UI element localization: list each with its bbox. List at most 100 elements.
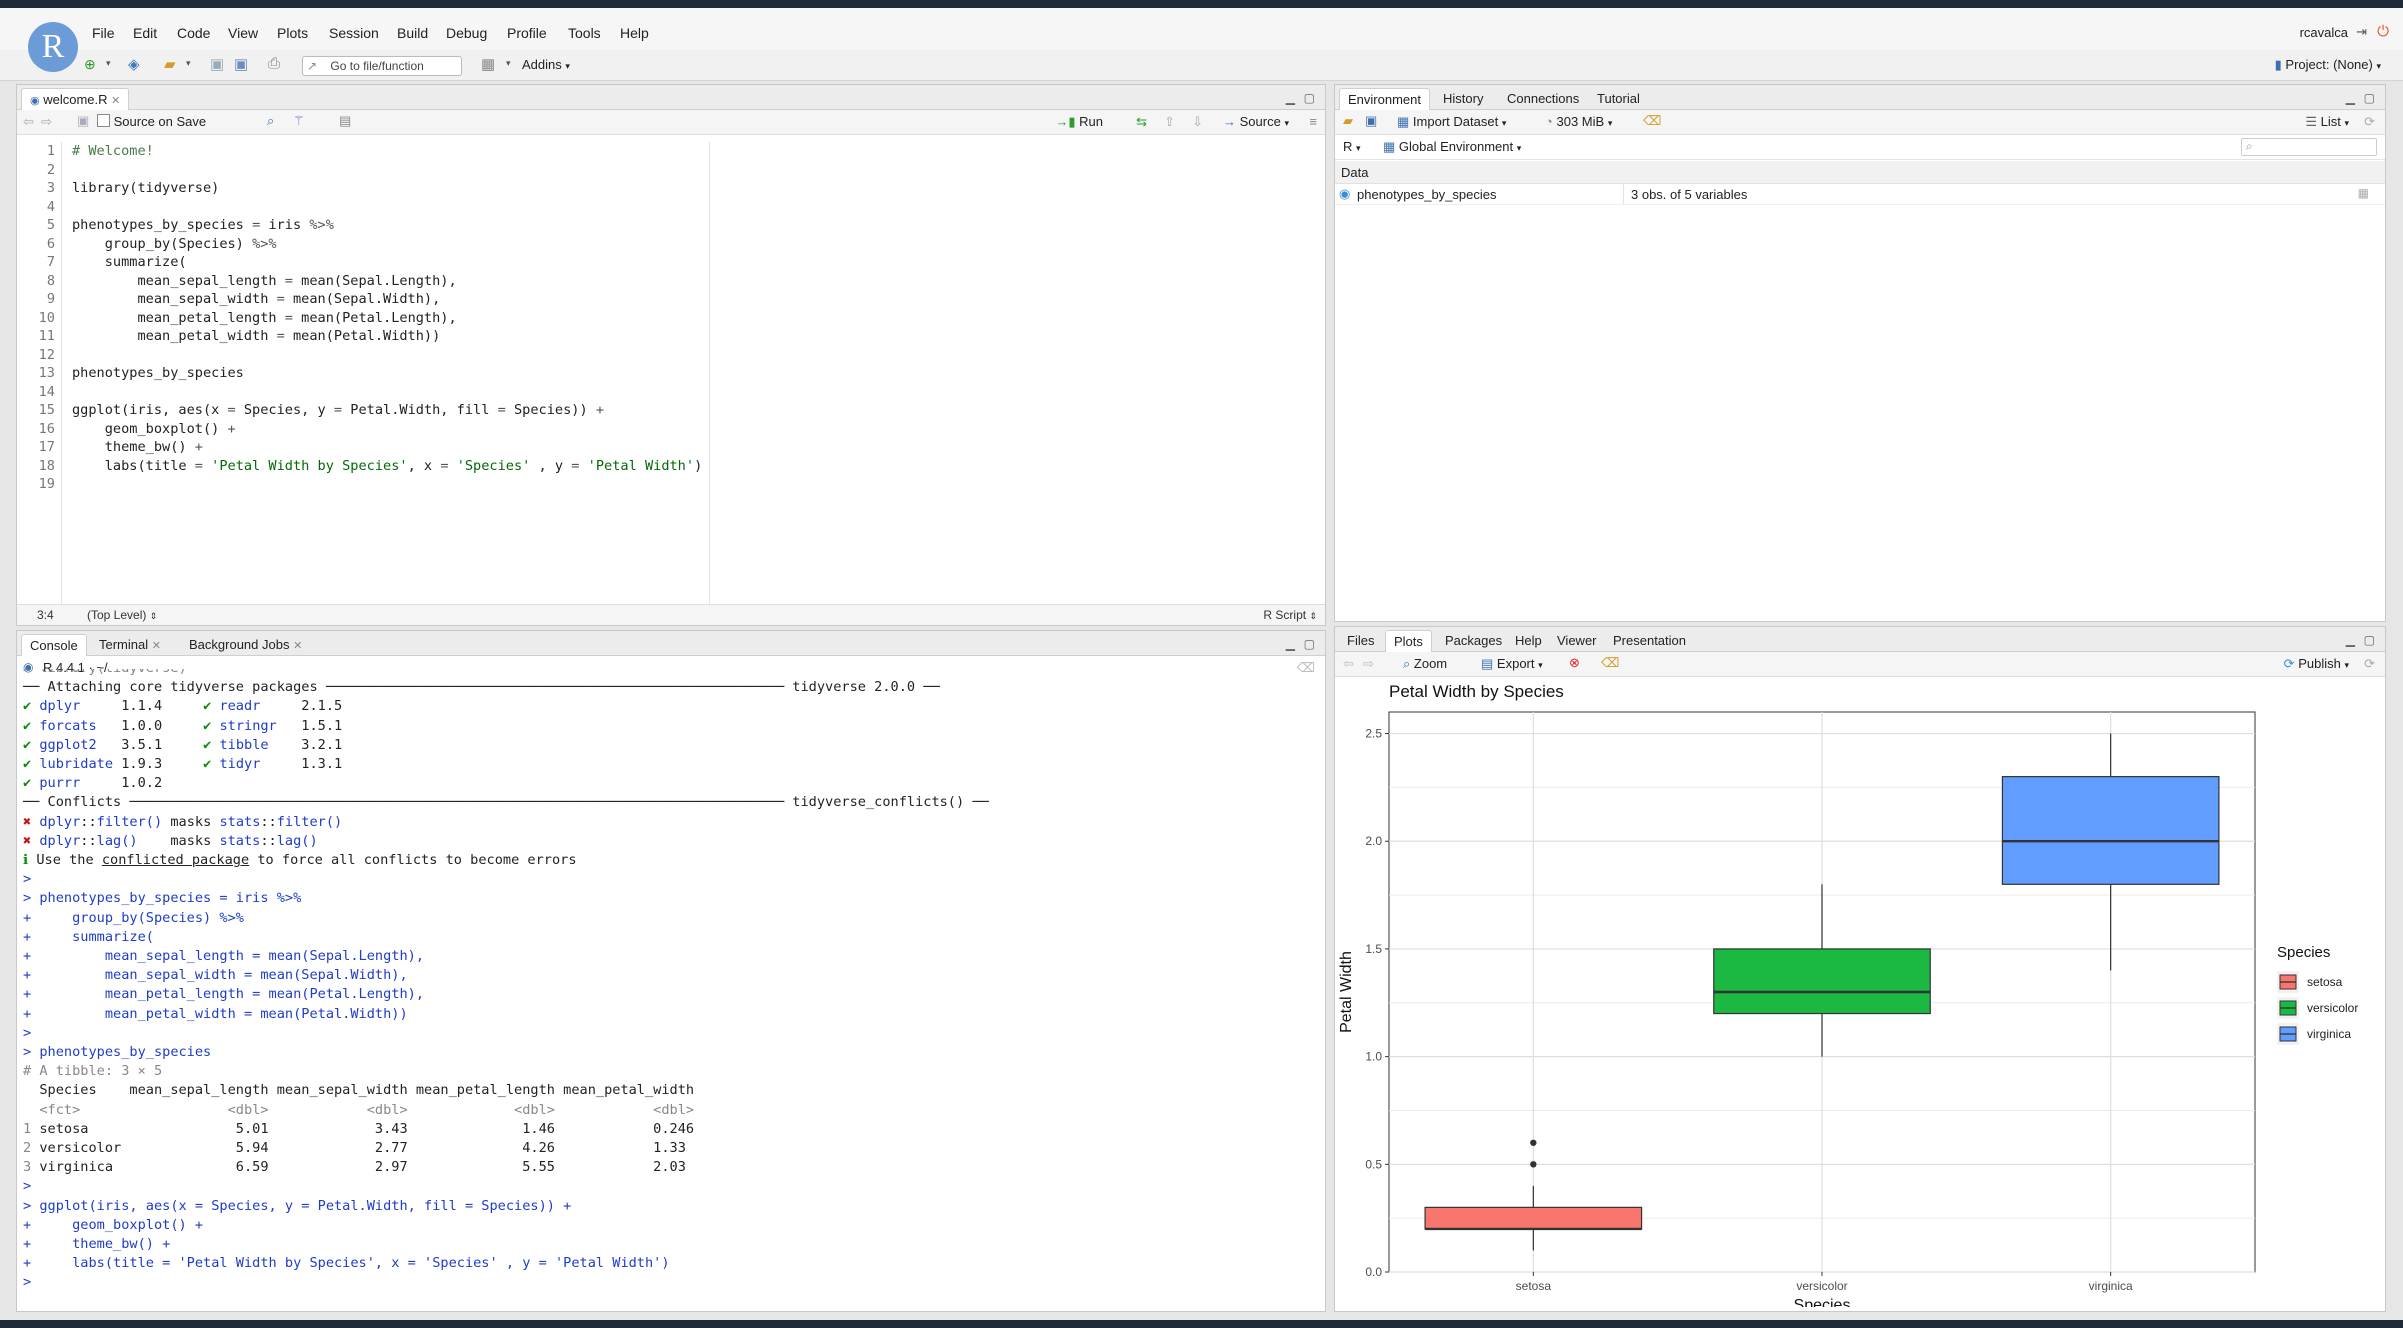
expand-icon[interactable]: ◉ [1339, 186, 1350, 202]
maximize-icon[interactable]: ▢ [1304, 637, 1315, 651]
minimize-icon[interactable]: ▁ [2346, 91, 2355, 105]
menu-help[interactable]: Help [620, 25, 649, 41]
remove-plot-icon[interactable]: ⊗ [1569, 655, 1580, 671]
scope-selector[interactable]: (Top Level) ⇕ [87, 605, 157, 625]
menu-code[interactable]: Code [177, 25, 210, 41]
tab-viewer[interactable]: Viewer [1549, 630, 1605, 651]
tab-history[interactable]: History [1435, 88, 1491, 109]
lines-icon[interactable]: ≡ [1309, 114, 1317, 129]
chevron-down-icon[interactable]: ▾ [506, 58, 511, 69]
maximize-icon[interactable]: ▢ [2364, 633, 2375, 647]
close-icon[interactable]: ✕ [152, 640, 161, 652]
menu-edit[interactable]: Edit [133, 25, 157, 41]
back-arrow-icon[interactable]: ⇦ [23, 114, 34, 130]
wand-icon[interactable]: ⚚ [293, 113, 305, 129]
source-on-save-checkbox[interactable]: Source on Save [97, 114, 206, 129]
new-project-icon[interactable]: ◈ [128, 55, 140, 73]
tab-tutorial[interactable]: Tutorial [1589, 88, 1648, 109]
list-view-button[interactable]: ☰ List ▾ [2305, 114, 2349, 130]
menu-debug[interactable]: Debug [446, 25, 487, 41]
menu-view[interactable]: View [228, 25, 258, 41]
refresh-icon[interactable]: ⟳ [2364, 114, 2375, 130]
console-pane: Console Terminal ✕ Background Jobs ✕ ▁ ▢… [16, 630, 1326, 1312]
outlier-point [1530, 1161, 1537, 1168]
minimize-icon[interactable]: ▁ [2346, 633, 2355, 647]
power-icon[interactable]: ⏻ [2377, 23, 2389, 40]
console-line: ✖ dplyr::filter() masks stats::filter() [23, 813, 343, 830]
maximize-icon[interactable]: ▢ [2364, 91, 2375, 105]
import-dataset-button[interactable]: ▦ Import Dataset ▾ [1397, 114, 1506, 130]
tab-console[interactable]: Console [21, 634, 87, 656]
code-text: mean_petal_width = mean(Petal.Width)) [72, 328, 441, 344]
menu-session[interactable]: Session [329, 25, 379, 41]
close-icon[interactable]: ✕ [293, 640, 302, 652]
line-number: 16 [38, 420, 55, 437]
broom-icon[interactable]: ⌫ [1601, 655, 1619, 671]
tab-terminal[interactable]: Terminal ✕ [91, 634, 169, 655]
file-type-selector[interactable]: R Script ⇕ [1263, 605, 1317, 625]
menu-plots[interactable]: Plots [277, 25, 308, 41]
tab-background-jobs[interactable]: Background Jobs ✕ [181, 634, 310, 655]
rerun-icon[interactable]: ⇆ [1136, 114, 1147, 130]
language-selector[interactable]: R ▾ [1343, 139, 1361, 154]
chevron-down-icon: ▾ [1607, 118, 1613, 128]
menu-build[interactable]: Build [397, 25, 428, 41]
outline-icon[interactable]: ▤ [339, 113, 351, 129]
save-icon[interactable]: ▣ [1365, 113, 1377, 129]
maximize-icon[interactable]: ▢ [1304, 91, 1315, 105]
publish-button[interactable]: ⟳ Publish ▾ [2284, 656, 2349, 672]
environment-search-input[interactable]: ⌕ [2241, 138, 2377, 156]
back-arrow-icon[interactable]: ⇦ [1343, 656, 1354, 672]
tab-environment[interactable]: Environment [1339, 88, 1430, 110]
export-button[interactable]: ▤ Export ▾ [1481, 656, 1543, 672]
goto-file-input[interactable]: ↗ Go to file/function [302, 56, 462, 76]
scope-selector[interactable]: ▦ Global Environment ▾ [1383, 139, 1521, 155]
close-icon[interactable]: ✕ [111, 95, 120, 107]
menu-tools[interactable]: Tools [568, 25, 601, 41]
refresh-icon[interactable]: ⟳ [2364, 656, 2375, 672]
chevron-down-icon[interactable]: ▾ [106, 58, 111, 69]
tab-welcome-r[interactable]: ◉ welcome.R ✕ [21, 88, 130, 110]
line-number: 11 [38, 328, 55, 344]
tab-packages[interactable]: Packages [1437, 630, 1510, 651]
chevron-down-icon[interactable]: ▾ [186, 58, 191, 69]
env-row[interactable]: ◉ phenotypes_by_species 3 obs. of 5 vari… [1335, 184, 2385, 205]
table-view-icon[interactable]: ▦ [2358, 186, 2369, 200]
minimize-icon[interactable]: ▁ [1286, 637, 1295, 651]
print-icon[interactable]: ⎙ [268, 55, 280, 72]
search-icon[interactable]: ⌕ [267, 113, 274, 129]
menu-profile[interactable]: Profile [507, 25, 547, 41]
zoom-button[interactable]: ⌕ Zoom [1403, 656, 1447, 672]
menu-file[interactable]: File [92, 25, 115, 41]
chevron-down-icon: ▾ [1501, 118, 1507, 128]
open-folder-icon[interactable]: ▰ [1343, 113, 1353, 129]
save-icon[interactable]: ▣ [77, 113, 89, 129]
tab-connections[interactable]: Connections [1499, 88, 1587, 109]
line-number: 8 [46, 272, 55, 289]
tab-files[interactable]: Files [1339, 630, 1382, 651]
down-arrow-icon[interactable]: ⇩ [1192, 114, 1203, 130]
tab-presentation[interactable]: Presentation [1605, 630, 1694, 651]
source-button[interactable]: → Source ▾ [1223, 114, 1289, 129]
forward-arrow-icon[interactable]: ⇨ [1363, 656, 1374, 672]
save-icon[interactable]: ▣ [210, 55, 224, 73]
sign-out-icon[interactable]: ⇥ [2356, 24, 2367, 40]
new-file-icon[interactable]: ⊕ [84, 56, 96, 73]
code-line: 14 [17, 383, 1325, 402]
broom-icon[interactable]: ⌫ [1643, 113, 1661, 129]
console-output[interactable]: > library(tidyverse)── Attaching core ti… [17, 669, 1325, 1311]
addins-menu[interactable]: Addins ▾ [522, 57, 570, 72]
save-all-icon[interactable]: ▣ [234, 55, 248, 73]
grid-layout-icon[interactable]: ▦ [481, 55, 495, 73]
tab-plots[interactable]: Plots [1385, 630, 1432, 652]
legend-label: virginica [2307, 1027, 2351, 1041]
run-button[interactable]: →▮ Run [1055, 114, 1103, 130]
up-arrow-icon[interactable]: ⇧ [1164, 114, 1175, 130]
project-menu[interactable]: ▮ Project: (None) ▾ [2275, 57, 2381, 73]
minimize-icon[interactable]: ▁ [1286, 91, 1295, 105]
tab-help[interactable]: Help [1507, 630, 1550, 651]
forward-arrow-icon[interactable]: ⇨ [41, 114, 52, 130]
memory-usage[interactable]: ◔ 303 MiB ▾ [1545, 114, 1612, 129]
code-area[interactable]: 1 # Welcome! 2 3 library(tidyverse) 4 5 phenoty… [17, 142, 1325, 604]
open-folder-icon[interactable]: ▰ [164, 55, 176, 73]
